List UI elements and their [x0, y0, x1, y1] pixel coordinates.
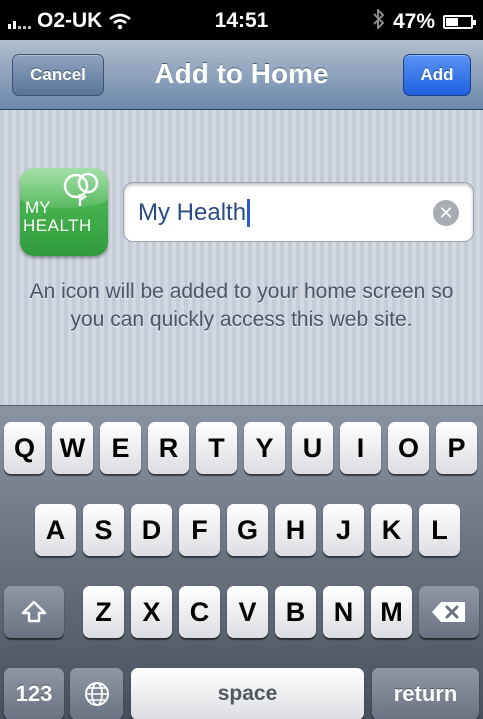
- key-z[interactable]: Z: [83, 586, 124, 638]
- globe-key[interactable]: [70, 668, 123, 719]
- key-f[interactable]: F: [179, 504, 220, 556]
- content-area: MY HEALTH My Health ✕ An icon will be ad…: [0, 110, 483, 405]
- keyboard: Q W E R T Y U I O P A S D F G H J K L Z …: [0, 405, 483, 719]
- key-c[interactable]: C: [179, 586, 220, 638]
- key-e[interactable]: E: [100, 422, 141, 474]
- return-key[interactable]: return: [372, 668, 479, 719]
- battery-level: [446, 18, 459, 26]
- name-input[interactable]: My Health ✕: [123, 182, 474, 242]
- key-j[interactable]: J: [323, 504, 364, 556]
- key-u[interactable]: U: [292, 422, 333, 474]
- key-m[interactable]: M: [371, 586, 412, 638]
- icon-text-my: MY: [25, 198, 51, 217]
- key-k[interactable]: K: [371, 504, 412, 556]
- key-v[interactable]: V: [227, 586, 268, 638]
- icon-text-health: HEALTH: [23, 216, 92, 235]
- key-b[interactable]: B: [275, 586, 316, 638]
- key-i[interactable]: I: [340, 422, 381, 474]
- status-right-group: 47%: [373, 7, 476, 35]
- shift-icon: [21, 600, 47, 623]
- backspace-key[interactable]: [419, 586, 479, 638]
- space-key[interactable]: space: [131, 668, 364, 719]
- key-p[interactable]: P: [436, 422, 477, 474]
- key-a[interactable]: A: [35, 504, 76, 556]
- battery-percent: 47%: [392, 10, 435, 33]
- globe-icon: [84, 682, 109, 706]
- numbers-key[interactable]: 123: [4, 668, 64, 719]
- key-s[interactable]: S: [83, 504, 124, 556]
- key-l[interactable]: L: [419, 504, 460, 556]
- app-icon: MY HEALTH: [20, 168, 108, 256]
- name-input-value-wrap: My Health: [138, 199, 251, 227]
- key-y[interactable]: Y: [244, 422, 285, 474]
- bluetooth-icon: [373, 7, 385, 35]
- status-bar: O2-UK 14:51 47%: [0, 0, 483, 40]
- key-h[interactable]: H: [275, 504, 316, 556]
- text-cursor: [247, 199, 251, 227]
- navigation-bar: Cancel Add to Home Add: [0, 40, 483, 110]
- battery-icon: [443, 15, 476, 29]
- description-text: An icon will be added to your home scree…: [29, 280, 454, 331]
- shift-key[interactable]: [4, 586, 64, 638]
- backspace-icon: [432, 602, 465, 622]
- key-g[interactable]: G: [227, 504, 268, 556]
- clear-icon[interactable]: ✕: [433, 200, 459, 226]
- key-w[interactable]: W: [52, 422, 93, 474]
- add-button[interactable]: Add: [403, 54, 471, 96]
- name-input-value: My Health: [138, 199, 247, 226]
- key-d[interactable]: D: [131, 504, 172, 556]
- key-o[interactable]: O: [388, 422, 429, 474]
- key-t[interactable]: T: [196, 422, 237, 474]
- key-q[interactable]: Q: [4, 422, 45, 474]
- key-x[interactable]: X: [131, 586, 172, 638]
- key-n[interactable]: N: [323, 586, 364, 638]
- key-r[interactable]: R: [148, 422, 189, 474]
